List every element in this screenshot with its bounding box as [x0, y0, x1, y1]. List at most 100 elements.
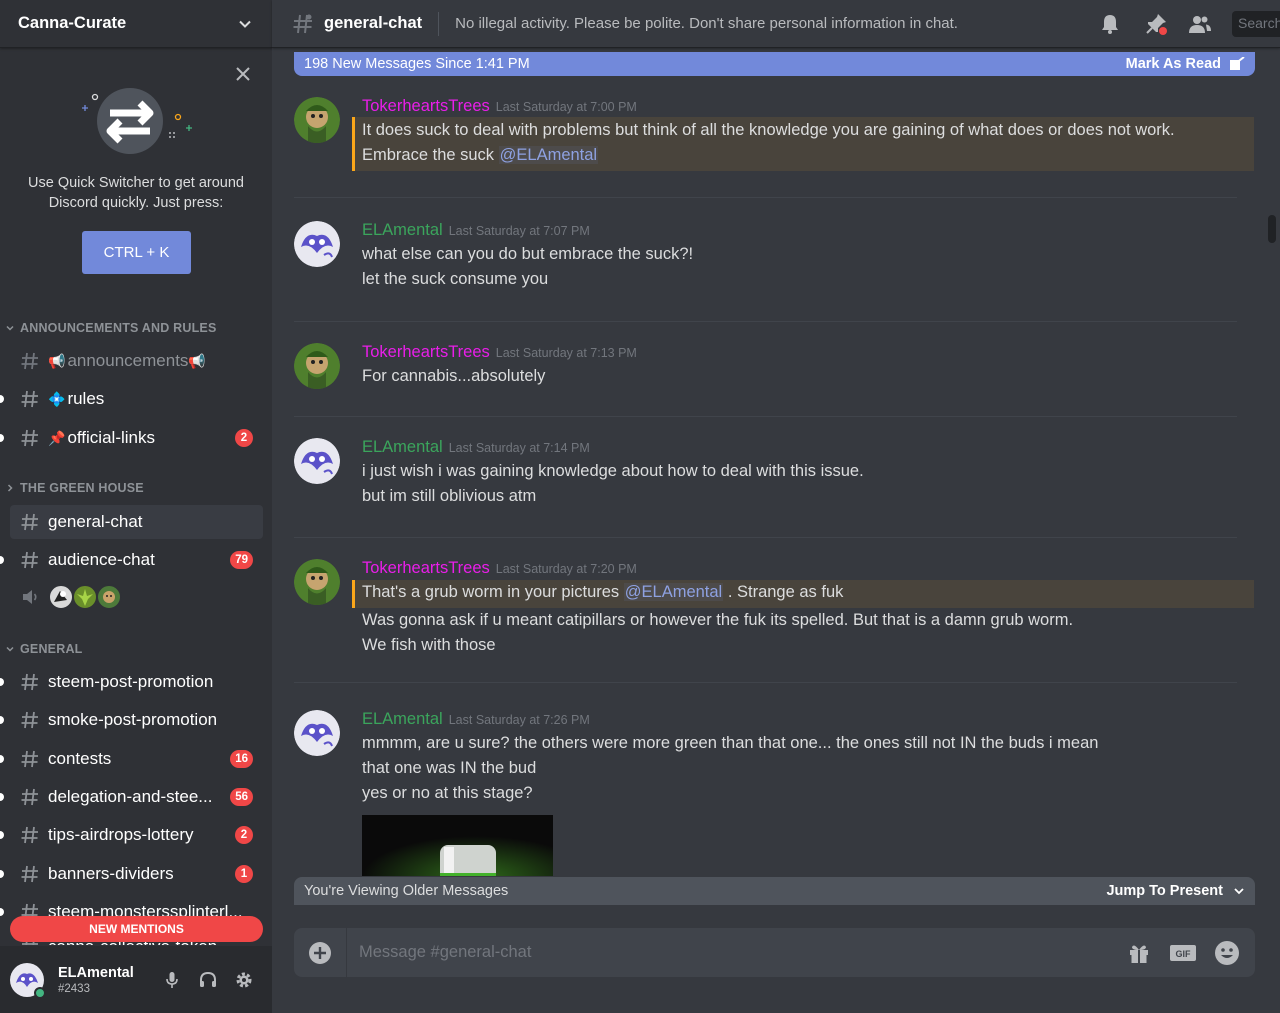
channel-delegation-and-steem[interactable]: delegation-and-stee... 56 [0, 780, 263, 814]
avatar[interactable] [294, 97, 340, 143]
gif-button[interactable]: GIF [1161, 928, 1205, 977]
user-mention[interactable]: @ELAmental [498, 146, 599, 164]
quick-switcher-tip: Use Quick Switcher to get around Discord… [0, 49, 272, 299]
channel-label: audience-chat [48, 550, 155, 569]
scrollbar[interactable] [1268, 215, 1276, 243]
author-name[interactable]: ELAmental [362, 710, 443, 729]
gear-icon [236, 972, 252, 987]
voice-channel-row[interactable] [20, 584, 122, 610]
user-mention[interactable]: @ELAmental [623, 583, 724, 601]
pin-icon: 📌 [48, 430, 66, 446]
channel-label: steem-post-promotion [48, 672, 214, 691]
avatar[interactable] [294, 559, 340, 605]
hash-icon [21, 513, 38, 531]
quick-switcher-line-1: Use Quick Switcher to get around [28, 175, 244, 191]
hash-icon [21, 352, 38, 370]
bell-icon[interactable] [1098, 12, 1122, 36]
gift-button[interactable] [1117, 928, 1161, 977]
author-name[interactable]: TokerheartsTrees [362, 559, 490, 578]
mark-as-read-button[interactable]: Mark As Read [1126, 56, 1245, 72]
category-label: GENERAL [20, 642, 83, 656]
message-text-part: Embrace the suck [362, 146, 499, 164]
avatar[interactable] [294, 343, 340, 389]
quick-switcher-shortcut-button[interactable]: CTRL + K [82, 231, 191, 274]
channel-banners-dividers[interactable]: banners-dividers 1 [0, 857, 263, 891]
new-mentions-button[interactable]: NEW MENTIONS [10, 916, 263, 942]
user-settings-button[interactable] [226, 962, 262, 998]
channel-official-links[interactable]: 📌 official-links 2 [0, 421, 263, 455]
avatar[interactable] [294, 438, 340, 484]
plus-circle-icon [309, 941, 331, 964]
channel-label: general-chat [48, 512, 143, 531]
message-text: That's a grub worm in your pictures @ELA… [362, 583, 843, 602]
server-header[interactable]: Canna-Curate [0, 0, 272, 48]
message-text: For cannabis...absolutely [362, 367, 546, 385]
message-divider [294, 682, 1237, 683]
unread-indicator [0, 755, 4, 763]
avatar[interactable] [294, 710, 340, 756]
divider [438, 11, 440, 36]
message-text: Embrace the suck @ELAmental [362, 146, 599, 165]
channel-tips-airdrops-lottery[interactable]: tips-airdrops-lottery 2 [0, 818, 263, 852]
category-label: THE GREEN HOUSE [20, 481, 144, 495]
svg-text:GIF: GIF [1176, 949, 1192, 959]
mention-badge: 16 [230, 750, 253, 768]
voice-user-avatar[interactable] [96, 584, 122, 610]
chevron-down-icon [1234, 888, 1244, 895]
channel-audience-chat[interactable]: audience-chat 79 [0, 543, 263, 577]
channel-title: general-chat [324, 14, 423, 32]
unread-indicator [0, 908, 4, 916]
microphone-button[interactable] [154, 962, 190, 998]
channel-topic[interactable]: No illegal activity. Please be polite. D… [455, 15, 958, 32]
channel-label: contests [48, 749, 112, 768]
close-icon[interactable] [234, 65, 252, 83]
channel-label: announcements [67, 351, 189, 370]
channel-label: official-links [67, 428, 155, 447]
hash-icon [21, 551, 38, 569]
channel-steem-post-promotion[interactable]: steem-post-promotion [0, 665, 263, 699]
members-icon[interactable] [1188, 12, 1212, 36]
image-attachment[interactable] [362, 815, 553, 876]
user-info: ELAmental #2433 [58, 965, 154, 995]
message-header: ELAmental Last Saturday at 7:07 PM [362, 221, 590, 240]
channel-announcements[interactable]: 📢 announcements📢 [10, 344, 263, 378]
category-the-green-house[interactable]: THE GREEN HOUSE [0, 478, 272, 498]
emoji-button[interactable] [1205, 928, 1249, 977]
avatar[interactable] [294, 221, 340, 267]
avatar[interactable] [10, 962, 46, 999]
message-text-part: That's a grub worm in your pictures [362, 583, 624, 601]
author-name[interactable]: TokerheartsTrees [362, 97, 490, 116]
message-text-part: . Strange as fuk [723, 583, 844, 601]
search-input[interactable]: Search [1232, 11, 1280, 37]
channel-header: general-chat No illegal activity. Please… [272, 0, 1280, 48]
voice-user-avatar[interactable] [72, 584, 98, 610]
hash-icon [21, 865, 38, 883]
online-status-icon [34, 986, 46, 999]
channel-general-chat[interactable]: general-chat [10, 505, 263, 539]
new-messages-bar[interactable]: 198 New Messages Since 1:41 PM Mark As R… [294, 52, 1255, 76]
headphones-button[interactable] [190, 962, 226, 998]
author-name[interactable]: ELAmental [362, 221, 443, 240]
voice-user-avatar[interactable] [48, 584, 74, 610]
gif-icon: GIF [1170, 944, 1196, 961]
author-name[interactable]: ELAmental [362, 438, 443, 457]
unread-indicator [0, 831, 4, 839]
timestamp: Last Saturday at 7:07 PM [448, 224, 590, 238]
jump-to-present-button[interactable]: Jump To Present [1106, 883, 1245, 899]
channel-smoke-post-promotion[interactable]: smoke-post-promotion [0, 703, 263, 737]
channel-contests[interactable]: contests 16 [0, 742, 263, 776]
user-tag: #2433 [58, 982, 90, 995]
category-announcements-and-rules[interactable]: ANNOUNCEMENTS AND RULES [0, 318, 272, 338]
megaphone-icon: 📢 [188, 353, 206, 369]
unread-indicator [0, 395, 4, 403]
author-name[interactable]: TokerheartsTrees [362, 343, 490, 362]
pin-icon[interactable] [1144, 12, 1168, 36]
chevron-down-icon[interactable] [236, 15, 254, 33]
category-general[interactable]: GENERAL [0, 639, 272, 659]
hash-icon [21, 826, 38, 844]
unread-indicator [0, 556, 4, 564]
channel-rules[interactable]: 💠 rules [0, 382, 263, 416]
attach-button[interactable] [294, 928, 346, 977]
message-input[interactable] [346, 928, 1117, 977]
message-divider [294, 197, 1237, 198]
